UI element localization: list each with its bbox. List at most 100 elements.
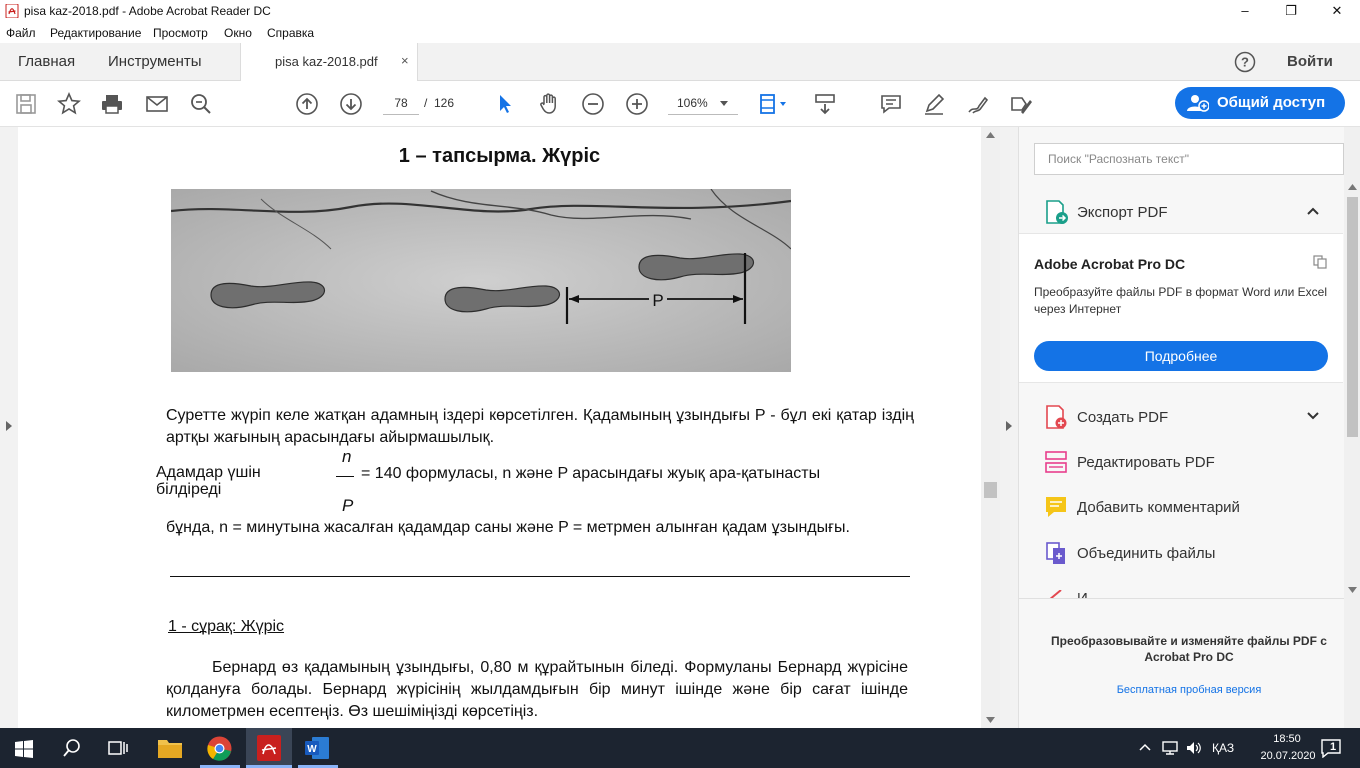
pane-scrollbar[interactable] — [1344, 127, 1360, 728]
close-window-button[interactable]: ✕ — [1314, 0, 1360, 23]
menu-window[interactable]: Окно — [224, 26, 252, 40]
page-number-input[interactable]: 78 — [383, 91, 419, 115]
highlight-button[interactable] — [920, 90, 948, 118]
close-tab-icon[interactable]: × — [401, 53, 409, 68]
menu-help[interactable]: Справка — [267, 26, 314, 40]
zoom-out-icon — [582, 93, 604, 115]
zoom-out-button[interactable] — [579, 90, 607, 118]
chevron-up-icon[interactable] — [1307, 207, 1319, 215]
email-button[interactable] — [143, 90, 171, 118]
tab-home[interactable]: Главная — [18, 53, 75, 70]
copy-icon[interactable] — [1312, 254, 1328, 270]
search-icon — [191, 94, 211, 114]
word-icon[interactable]: W — [305, 736, 330, 760]
windows-start-icon[interactable] — [15, 740, 33, 758]
volume-icon[interactable] — [1186, 740, 1202, 756]
language-indicator[interactable]: ҚАЗ — [1212, 741, 1234, 755]
combine-files-label[interactable]: Объединить файлы — [1077, 545, 1215, 562]
fit-page-button[interactable] — [755, 90, 795, 118]
chevron-down-icon — [720, 101, 728, 106]
bookmark-button[interactable] — [55, 90, 83, 118]
section-divider — [170, 576, 910, 577]
formula-text: = 140 формуласы, n және P арасындағы жуы… — [361, 465, 821, 482]
create-pdf-label[interactable]: Создать PDF — [1077, 409, 1168, 426]
maximize-button[interactable]: ❐ — [1268, 0, 1314, 23]
export-pdf-icon — [1046, 200, 1068, 224]
truncated-tool-row: И... — [1019, 582, 1343, 598]
clock-date[interactable]: 20.07.2020 — [1257, 750, 1319, 762]
acrobat-app-icon — [5, 4, 19, 18]
page-total: 126 — [434, 96, 455, 110]
menu-view[interactable]: Просмотр — [153, 26, 208, 40]
add-comment-label[interactable]: Добавить комментарий — [1077, 499, 1240, 516]
chrome-icon[interactable] — [207, 736, 232, 761]
formula-prefix: Адамдар үшін — [156, 464, 261, 481]
promo-text: Преобразуйте файлы PDF в формат Word или… — [1034, 285, 1328, 316]
share-button-label: Общий доступ — [1217, 94, 1326, 111]
envelope-icon — [146, 96, 168, 112]
question-paragraph: Бернард өз қадамының ұзындығы, 0,80 м құ… — [166, 659, 908, 720]
print-button[interactable] — [98, 90, 126, 118]
svg-text:?: ? — [1241, 55, 1249, 70]
tab-tools[interactable]: Инструменты — [108, 53, 202, 70]
panel-gutter[interactable] — [1000, 127, 1018, 728]
zoom-in-button[interactable] — [623, 90, 651, 118]
arrow-down-icon — [340, 93, 362, 115]
sign-button[interactable] — [963, 90, 991, 118]
free-trial-link[interactable]: Бесплатная пробная версия — [1039, 684, 1339, 696]
save-button[interactable] — [12, 90, 40, 118]
scroll-up-icon[interactable] — [986, 132, 995, 138]
edit-pdf-label[interactable]: Редактировать PDF — [1077, 454, 1215, 471]
acrobat-taskbar-button[interactable] — [246, 728, 292, 768]
left-panel-toggle[interactable] — [0, 127, 18, 728]
task-view-icon[interactable] — [108, 738, 130, 758]
search-icon[interactable] — [62, 738, 82, 758]
learn-more-button[interactable]: Подробнее — [1034, 341, 1328, 371]
zoom-level-select[interactable]: 106% — [668, 91, 738, 115]
chevron-right-icon — [6, 421, 12, 431]
combine-files-icon — [1046, 542, 1065, 564]
step-length-label: P — [652, 291, 663, 310]
hand-tool-button[interactable] — [535, 90, 563, 118]
menu-file[interactable]: Файл — [6, 26, 36, 40]
export-pdf-label[interactable]: Экспорт PDF — [1077, 204, 1168, 221]
create-pdf-icon — [1046, 405, 1067, 429]
minimize-button[interactable]: – — [1222, 0, 1268, 23]
previous-page-button[interactable] — [293, 90, 321, 118]
footprints-photo: P — [171, 189, 791, 372]
fill-sign-button[interactable] — [1007, 90, 1035, 118]
help-icon[interactable]: ? — [1234, 51, 1256, 73]
signin-button[interactable]: Войти — [1287, 53, 1333, 70]
file-explorer-icon[interactable] — [157, 736, 183, 760]
menu-bar: Файл Редактирование Просмотр Окно Справк… — [0, 23, 1360, 43]
scroll-mode-button[interactable] — [811, 90, 839, 118]
truncated-tool-label[interactable]: И... — [1077, 590, 1100, 598]
document-scrollbar[interactable] — [981, 127, 1000, 728]
select-tool-button[interactable] — [491, 90, 519, 118]
edit-pdf-icon — [1045, 451, 1067, 473]
comment-button[interactable] — [877, 90, 905, 118]
promo-title: Adobe Acrobat Pro DC — [1034, 256, 1186, 272]
clock-time[interactable]: 18:50 — [1262, 733, 1312, 745]
arrow-up-icon — [296, 93, 318, 115]
chevron-down-icon[interactable] — [1307, 412, 1319, 420]
add-user-icon — [1187, 95, 1209, 112]
formula-fraction-bar — [336, 476, 354, 477]
scroll-thumb[interactable] — [984, 482, 997, 498]
search-button[interactable] — [187, 90, 215, 118]
chevron-up-icon[interactable] — [1139, 743, 1151, 751]
share-button[interactable]: Общий доступ — [1175, 87, 1345, 119]
page-heading: 1 – тапсырма. Жүріс — [398, 145, 601, 167]
scroll-down-icon[interactable] — [986, 717, 995, 723]
tab-document[interactable]: pisa kaz-2018.pdf × — [240, 43, 418, 82]
comment-tool-icon — [1046, 497, 1066, 517]
document-viewport[interactable]: 1 – тапсырма. Жүріс P Суретте жүріп келе… — [18, 127, 981, 728]
scroll-up-icon[interactable] — [1348, 184, 1357, 190]
scroll-down-icon[interactable] — [1348, 587, 1357, 593]
next-page-button[interactable] — [337, 90, 365, 118]
pane-scroll-thumb[interactable] — [1347, 197, 1358, 437]
search-input[interactable]: Поиск "Распознать текст" — [1034, 143, 1344, 175]
network-icon[interactable] — [1161, 740, 1179, 756]
menu-edit[interactable]: Редактирование — [50, 26, 141, 40]
formula-denominator: P — [342, 496, 354, 515]
